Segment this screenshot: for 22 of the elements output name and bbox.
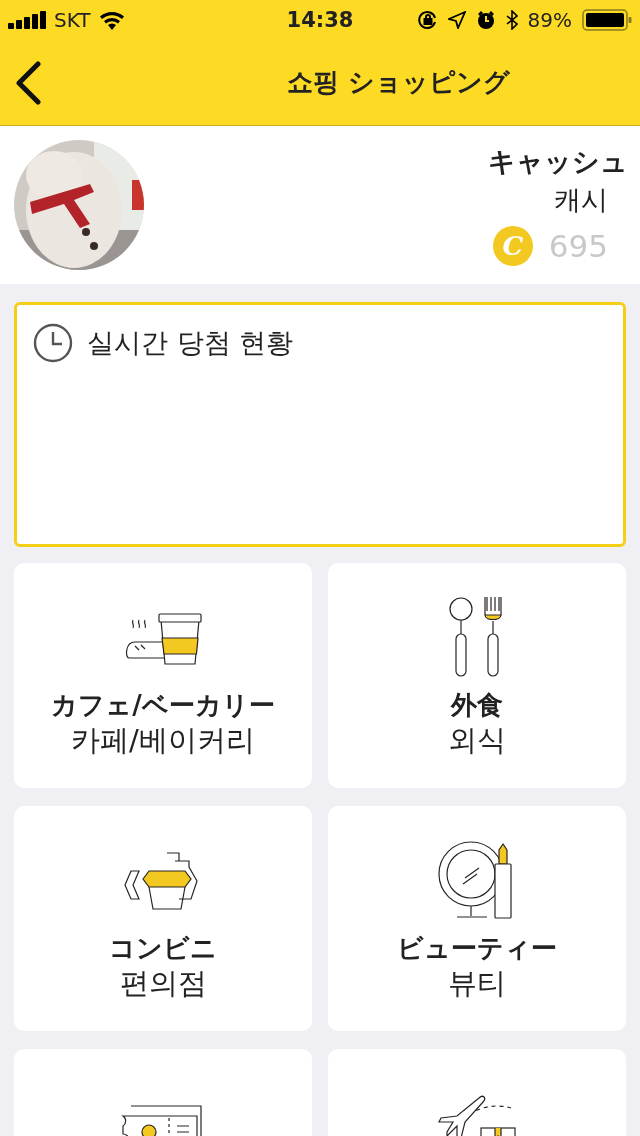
status-time: 14:38 (286, 8, 354, 32)
alarm-clock-icon (475, 10, 496, 30)
category-card[interactable]: 外食 외식 (328, 563, 626, 788)
cash-label: 캐시 (554, 183, 608, 217)
category-card[interactable]: カフェ/ベーカリー 카페/베이커리 (14, 563, 312, 788)
battery-percentage: 89% (527, 8, 572, 32)
page-title: 쇼핑 ショッピング (287, 66, 511, 99)
carrier-name: SKT (54, 8, 91, 32)
location-arrow-icon (447, 11, 466, 29)
coin-icon: C (492, 226, 533, 266)
back-button[interactable] (14, 60, 42, 105)
battery-icon (582, 9, 632, 31)
cash-label: キャッシュ (488, 145, 628, 179)
signal-icon (8, 11, 46, 29)
rotation-lock-icon (417, 10, 438, 30)
category-card[interactable]: コンビニ 편의점 (14, 806, 312, 1031)
category-card[interactable]: ビューティー 뷰티 (328, 806, 626, 1031)
panel-title: 실시간 당첨 현황 (87, 326, 294, 360)
airplane-box-icon (435, 1094, 519, 1136)
wifi-icon (98, 10, 127, 30)
bluetooth-icon (505, 10, 518, 30)
clock-icon (33, 323, 73, 363)
